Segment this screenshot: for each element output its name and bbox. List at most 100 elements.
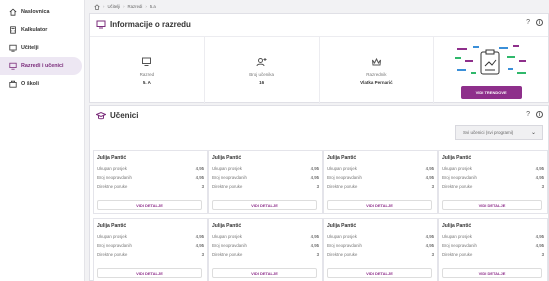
student-card: Julija Pantić Ukupan prosjek 4,95 Broj ne… (93, 150, 208, 214)
stat-row: Ukupan prosjek 4,95 (97, 164, 204, 173)
view-trends-button[interactable]: VIDI TRENDOVE (460, 86, 522, 99)
student-name: Julija Pantić (212, 155, 242, 161)
sidebar-item-naslovnica[interactable]: Naslovnica (0, 3, 82, 21)
chevron-right-icon: › (145, 4, 147, 9)
add-user-icon (256, 57, 267, 66)
trends-illustration (455, 45, 527, 75)
stat-value: 4,95 (535, 234, 544, 239)
stat-value: 3 (201, 184, 204, 189)
breadcrumb-item[interactable]: Učitelji (107, 4, 120, 9)
stat-value: 4,95 (195, 243, 204, 248)
info-icon[interactable]: i (536, 19, 543, 26)
stat-row: Direktne poruke 3 (212, 182, 319, 191)
stat-row: Ukupan prosjek 4,95 (97, 232, 204, 241)
stat-label: Broj neopravdanih (442, 175, 477, 180)
stat-row: Ukupan prosjek 4,95 (442, 232, 544, 241)
stat-label: Direktne poruke (442, 184, 473, 189)
stat-row: Direktne poruke 3 (327, 250, 434, 259)
stat-row: Broj neopravdanih 4,95 (327, 241, 434, 250)
stat-label: Broj neopravdanih (212, 243, 247, 248)
stat-value: 4,95 (425, 243, 434, 248)
stat-label: Broj neopravdanih (442, 243, 477, 248)
filter-value: Svi učenici (svi programi) (463, 130, 514, 135)
monitor-icon (96, 20, 106, 29)
stat-row: Broj neopravdanih 4,95 (212, 241, 319, 250)
stat-label: Direktne poruke (212, 252, 243, 257)
help-icon[interactable]: ? (526, 19, 530, 26)
stat-value: 4,95 (310, 166, 319, 171)
student-name: Julija Pantić (442, 223, 472, 229)
view-details-button[interactable]: VIDI DETALJE (212, 268, 317, 278)
view-details-button[interactable]: VIDI DETALJE (327, 268, 432, 278)
panel-actions: ? i (526, 111, 543, 118)
stat-label: Ukupan prosjek (442, 166, 472, 171)
stat-value: 4,95 (425, 175, 434, 180)
stat-label: Direktne poruke (97, 252, 128, 257)
info-value: 5. A (142, 79, 151, 85)
stat-row: Broj neopravdanih 4,95 (442, 241, 544, 250)
stat-label: Ukupan prosjek (212, 166, 242, 171)
sidebar-item-o-skoli[interactable]: O školi (0, 75, 82, 93)
stat-label: Ukupan prosjek (212, 234, 242, 239)
stat-label: Ukupan prosjek (97, 234, 127, 239)
stat-row: Ukupan prosjek 4,95 (327, 232, 434, 241)
stat-value: 3 (541, 252, 544, 257)
student-card: Julija Pantić Ukupan prosjek 4,95 Broj ne… (438, 150, 548, 214)
view-details-button[interactable]: VIDI DETALJE (97, 200, 202, 210)
stat-label: Ukupan prosjek (97, 166, 127, 171)
chevron-right-icon: › (103, 4, 105, 9)
home-icon[interactable] (94, 3, 100, 10)
student-name: Julija Pantić (212, 223, 242, 229)
info-cell-teacher: Razrednik Vlatka Pernarić (320, 37, 435, 104)
help-icon[interactable]: ? (526, 111, 530, 118)
breadcrumb-item[interactable]: Razredi (128, 4, 143, 9)
panel-header: Učenici (96, 111, 138, 120)
stat-value: 4,95 (195, 175, 204, 180)
student-name: Julija Pantić (97, 155, 127, 161)
stat-label: Ukupan prosjek (442, 234, 472, 239)
breadcrumb: › Učitelji › Razredi › 5.a (94, 3, 156, 10)
chevron-right-icon: › (123, 4, 125, 9)
info-cell-class: Razred 5. A (90, 37, 205, 104)
stat-value: 4,95 (195, 234, 204, 239)
info-icon[interactable]: i (536, 111, 543, 118)
sidebar: Naslovnica Kalkulator Učitelji Razredi i… (0, 0, 85, 281)
sidebar-item-kalkulator[interactable]: Kalkulator (0, 21, 82, 39)
stat-value: 4,95 (195, 166, 204, 171)
student-name: Julija Pantić (327, 155, 357, 161)
view-details-button[interactable]: VIDI DETALJE (442, 268, 542, 278)
stat-label: Broj neopravdanih (97, 175, 132, 180)
students-filter-select[interactable]: Svi učenici (svi programi) ⌄ (455, 125, 543, 140)
view-details-button[interactable]: VIDI DETALJE (212, 200, 317, 210)
stat-row: Broj neopravdanih 4,95 (327, 173, 434, 182)
sidebar-item-label: Naslovnica (21, 9, 50, 15)
crown-icon (371, 57, 381, 65)
sidebar-item-label: O školi (21, 81, 39, 87)
stat-value: 3 (201, 252, 204, 257)
stat-label: Ukupan prosjek (327, 234, 357, 239)
stat-value: 4,95 (535, 243, 544, 248)
info-label: Razred (139, 71, 155, 77)
sidebar-item-razredi[interactable]: Razredi i učenici (0, 57, 82, 75)
students-panel: Učenici ? i Svi učenici (svi programi) ⌄… (89, 105, 549, 281)
view-details-button[interactable]: VIDI DETALJE (97, 268, 202, 278)
stat-value: 4,95 (310, 175, 319, 180)
stat-value: 3 (431, 252, 434, 257)
stat-value: 3 (431, 184, 434, 189)
panel-title: Informacije o razredu (110, 20, 191, 29)
sidebar-item-ucitelji[interactable]: Učitelji (0, 39, 82, 57)
stat-row: Direktne poruke 3 (327, 182, 434, 191)
home-icon (9, 8, 17, 16)
stat-row: Direktne poruke 3 (97, 250, 204, 259)
info-label: Razrednik (366, 71, 387, 77)
stat-label: Direktne poruke (327, 252, 358, 257)
school-icon (9, 80, 17, 88)
class-icon (142, 57, 152, 66)
view-details-button[interactable]: VIDI DETALJE (327, 200, 432, 210)
sidebar-item-label: Razredi i učenici (21, 63, 64, 69)
student-name: Julija Pantić (97, 223, 127, 229)
view-details-button[interactable]: VIDI DETALJE (442, 200, 542, 210)
teachers-icon (9, 44, 17, 52)
class-info-panel: Informacije o razredu ? i Razred 5. A Br… (89, 13, 549, 104)
stat-label: Direktne poruke (327, 184, 358, 189)
